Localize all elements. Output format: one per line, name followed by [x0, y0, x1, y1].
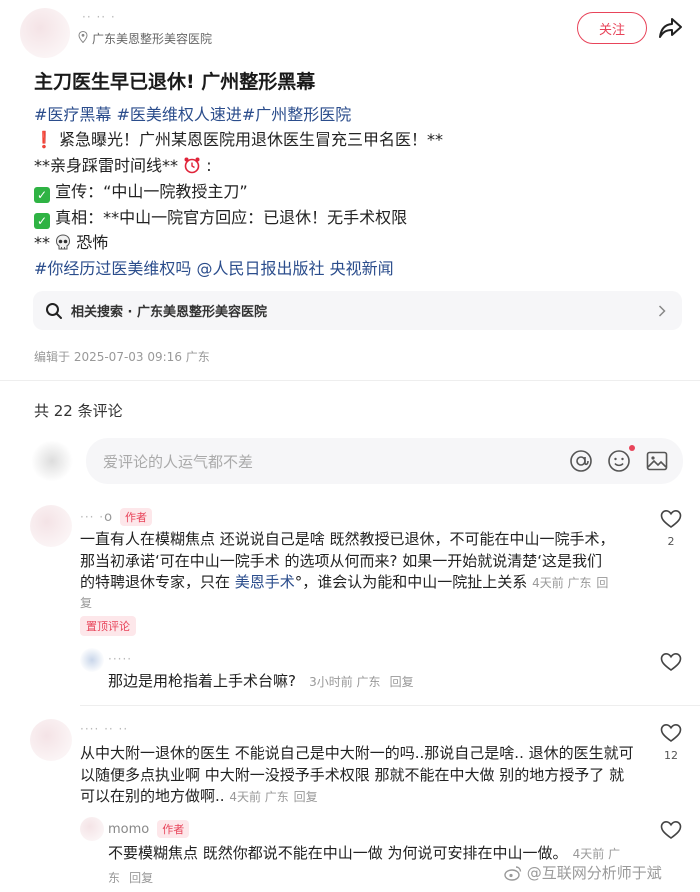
mention-icon[interactable]	[569, 449, 593, 473]
comment-text: 从中大附一退休的医生 不能说自己是中大附一的吗..那说自己是啥.. 退休的医生就…	[80, 744, 634, 805]
reply-time: 3小时前 广东	[309, 675, 381, 689]
reply-text: 那边是用枪指着上手术台嘛?	[108, 672, 296, 690]
related-search-bar[interactable]: 相关搜索 · 广东美恩整形美容医院	[33, 291, 682, 330]
reply-author-name[interactable]: momo	[108, 822, 149, 837]
author-avatar[interactable]	[20, 8, 70, 58]
location-pin-icon	[78, 30, 88, 46]
location-label: 广东美恩整形美容医院	[92, 32, 213, 46]
reply-button[interactable]: 回复	[294, 790, 318, 804]
alarm-clock-icon	[183, 156, 201, 178]
location-tag[interactable]: 广东美恩整形美容医院	[78, 30, 212, 47]
related-search-label: 相关搜索 · 广东美恩整形美容医院	[71, 305, 267, 320]
reply-time: 4天前 广	[572, 847, 621, 861]
author-badge: 作者	[157, 820, 190, 838]
like-heart-icon[interactable]	[660, 509, 682, 533]
comment-text: 一直有人在模糊焦点 还说说自己是啥 既然教授已退休，不可能在中山一院手术， 那当…	[80, 529, 650, 611]
post-hashtags[interactable]: #医疗黑幕 #医美维权人速进#广州整形医院	[34, 101, 351, 125]
reply-author-name[interactable]: ·····	[108, 652, 132, 666]
like-count: 2	[667, 535, 675, 548]
reply-author-row: momo 作者	[108, 820, 190, 838]
comment-time: 4天前 广东	[229, 790, 289, 804]
comment-author-name[interactable]: o	[104, 510, 112, 525]
comment-divider	[80, 705, 700, 706]
post-line-3: ✓ 宣传：“中山一院教授主刀”	[34, 178, 248, 203]
reply-button[interactable]: 复	[80, 595, 650, 611]
reply-avatar[interactable]	[80, 817, 104, 841]
reply-text: 不要模糊焦点 既然你都说不能在中山一做 为何说可安排在中山一做。	[108, 844, 568, 862]
like-count: 12	[664, 749, 678, 762]
search-icon	[45, 302, 63, 320]
comment-author-name[interactable]: ···· ·· ··	[80, 722, 128, 736]
post-title: 主刀医生早已退休! 广州整形黑幕	[34, 71, 316, 93]
edited-meta: 编辑于 2025-07-03 09:16 广东	[34, 350, 210, 364]
weibo-logo-icon	[504, 865, 522, 885]
reply-button[interactable]: 回	[596, 576, 608, 590]
emoji-notification-dot	[629, 445, 635, 451]
post-line-5: ** 恐怖	[34, 229, 108, 255]
check-mark-icon: ✓	[34, 187, 50, 203]
check-mark-icon: ✓	[34, 213, 50, 229]
my-avatar	[30, 441, 74, 481]
image-icon[interactable]	[645, 449, 669, 473]
like-heart-icon[interactable]	[660, 723, 682, 747]
chevron-right-icon	[658, 304, 666, 317]
like-heart-icon[interactable]	[660, 820, 682, 844]
exclamation-icon: ❗	[34, 130, 54, 149]
reply-button[interactable]: 回复	[390, 675, 414, 689]
comments-count: 共 22 条评论	[34, 402, 123, 420]
watermark: @互联网分析师于斌	[504, 862, 662, 885]
author-badge: 作者	[120, 508, 153, 526]
share-icon[interactable]	[657, 14, 685, 42]
skull-icon	[55, 234, 71, 255]
comment-avatar[interactable]	[30, 505, 72, 547]
reply-text-row: 那边是用枪指着上手术台嘛? 3小时前 广东 回复	[108, 671, 414, 693]
comment-time: 4天前 广东	[532, 576, 592, 590]
section-divider	[0, 380, 700, 381]
author-name[interactable]: ·· ·· ·	[82, 10, 116, 24]
comment-author-row: ··· · o 作者	[80, 508, 153, 526]
pinned-badge: 置顶评论	[80, 616, 136, 636]
reply-button[interactable]: 回复	[129, 871, 153, 885]
like-heart-icon[interactable]	[660, 652, 682, 676]
mention-link[interactable]: 美恩手术	[235, 573, 295, 591]
follow-button[interactable]: 关注	[577, 12, 647, 44]
post-line-4: ✓ 真相：**中山一院官方回应：已退休！无手术权限	[34, 204, 407, 229]
emoji-icon[interactable]	[607, 445, 635, 473]
post-line-1: ❗ 紧急曝光！广州某恩医院用退休医生冒充三甲名医！**	[34, 130, 444, 149]
comment-input-placeholder: 爱评论的人运气都不差	[103, 452, 254, 471]
comment-input[interactable]: 爱评论的人运气都不差	[86, 438, 683, 484]
post-hashtags-2[interactable]: #你经历过医美维权吗 @人民日报出版社 央视新闻	[34, 255, 394, 279]
comment-avatar[interactable]	[30, 719, 72, 761]
reply-avatar[interactable]	[80, 648, 104, 672]
post-line-2: **亲身踩雷时间线** :	[34, 152, 212, 178]
